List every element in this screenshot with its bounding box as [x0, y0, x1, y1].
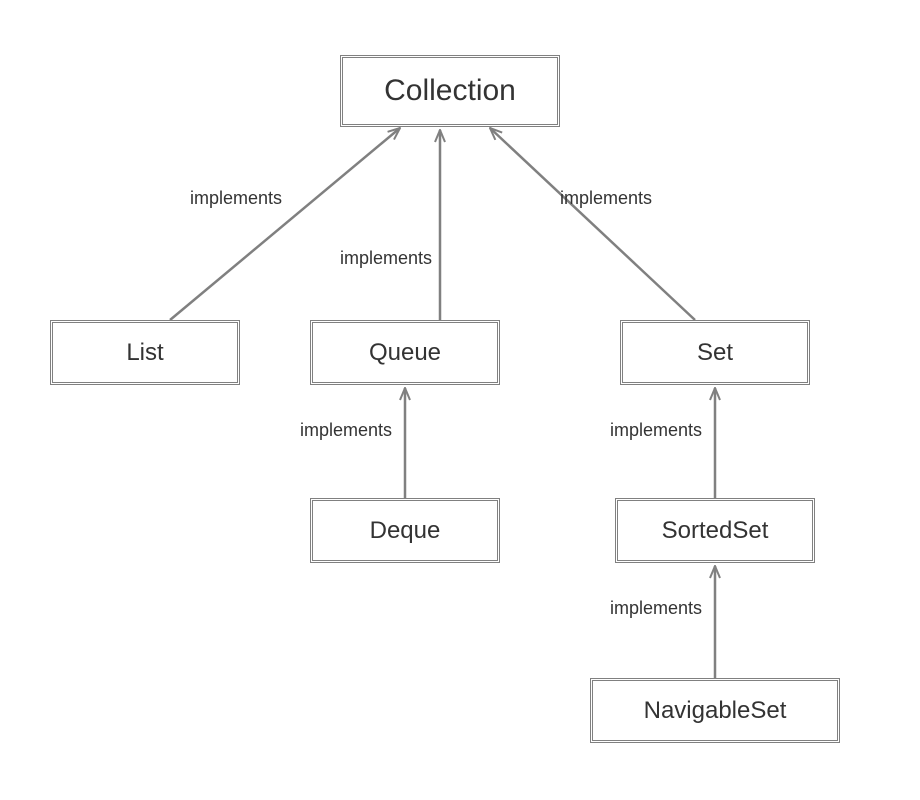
node-deque: Deque	[310, 498, 500, 563]
edge-label-queue-collection: implements	[340, 248, 432, 269]
node-sortedset: SortedSet	[615, 498, 815, 563]
node-set: Set	[620, 320, 810, 385]
node-label: List	[126, 339, 163, 367]
edge-label-list-collection: implements	[190, 188, 282, 209]
edge-label-sortedset-set: implements	[610, 420, 702, 441]
edge-label-deque-queue: implements	[300, 420, 392, 441]
node-collection: Collection	[340, 55, 560, 127]
edge-label-set-collection: implements	[560, 188, 652, 209]
node-navigableset: NavigableSet	[590, 678, 840, 743]
node-label: NavigableSet	[644, 697, 787, 725]
node-queue: Queue	[310, 320, 500, 385]
node-label: Queue	[369, 339, 441, 367]
edge-label-navigableset-sortedset: implements	[610, 598, 702, 619]
node-label: Collection	[384, 74, 516, 108]
node-label: SortedSet	[662, 517, 769, 545]
node-list: List	[50, 320, 240, 385]
node-label: Set	[697, 339, 733, 367]
node-label: Deque	[370, 517, 441, 545]
